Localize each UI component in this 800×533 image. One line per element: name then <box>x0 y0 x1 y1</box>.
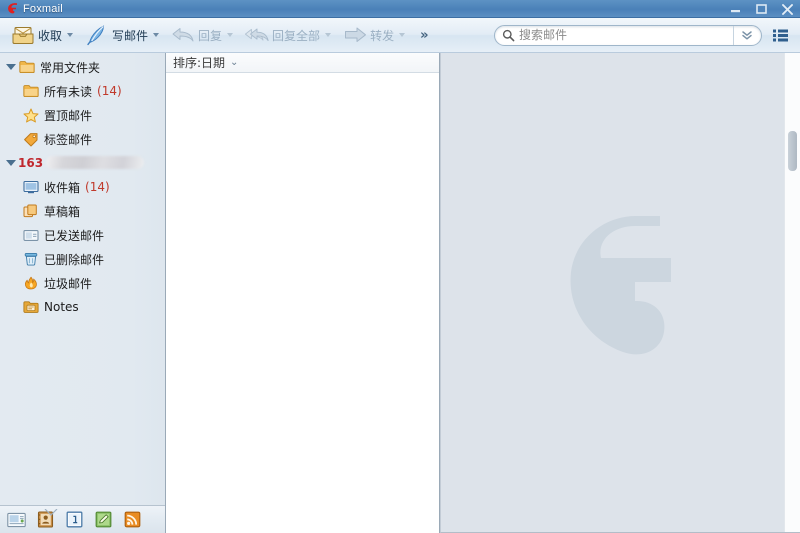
sort-bar[interactable]: 排序:日期 ⌄ <box>166 53 439 73</box>
list-view-icon <box>772 29 788 41</box>
star-icon <box>22 106 40 124</box>
folder-icon <box>18 58 36 76</box>
chevron-down-icon[interactable] <box>153 33 160 37</box>
account-provider-label: 163 <box>18 156 44 170</box>
sidebar-item-label: 所有未读 <box>44 84 93 99</box>
foxmail-watermark-icon <box>531 200 699 375</box>
sidebar-item-drafts[interactable]: 草稿箱 <box>0 199 165 223</box>
chevron-down-icon[interactable] <box>227 33 234 37</box>
compose-mail-icon <box>84 23 110 47</box>
preview-scrollbar-thumb[interactable] <box>788 131 797 171</box>
collapse-chevron-icon[interactable] <box>42 505 60 516</box>
message-list-panel: 排序:日期 ⌄ <box>166 53 440 533</box>
preview-scrollbar[interactable] <box>784 53 800 532</box>
trash-icon <box>22 250 40 268</box>
main-toolbar: 收取 写邮件 回复 回复全部 转发 » 搜索邮件 <box>0 18 800 53</box>
receive-mail-icon <box>10 23 36 47</box>
expand-triangle-icon[interactable] <box>4 64 18 70</box>
sidebar-item-label: 已删除邮件 <box>44 252 105 267</box>
sidebar-item-notes[interactable]: Notes <box>0 295 165 319</box>
close-button[interactable] <box>774 0 800 18</box>
drafts-icon <box>22 202 40 220</box>
message-list[interactable] <box>166 73 439 533</box>
sidebar-group-label: 常用文件夹 <box>40 60 101 75</box>
reply-icon <box>170 23 196 47</box>
foxmail-window: Foxmail 收取 写邮件 回复 回复全部 转发 » 搜索邮件 常用文件夹 所… <box>0 0 800 533</box>
account-address-redacted <box>46 155 145 169</box>
foxmail-logo-icon <box>4 1 20 17</box>
sidebar-item-label: 收件箱 <box>44 180 81 195</box>
message-preview-panel <box>440 53 800 533</box>
unread-count: (14) <box>97 84 122 98</box>
toolbar-button-receive[interactable]: 收取 <box>6 21 80 50</box>
sidebar-item-label: 标签邮件 <box>44 132 93 147</box>
minimize-button[interactable] <box>722 0 748 18</box>
sidebar-item-label: 草稿箱 <box>44 204 81 219</box>
sidebar-item-deleted[interactable]: 已删除邮件 <box>0 247 165 271</box>
folder-icon <box>22 82 40 100</box>
sidebar-module-bar <box>0 505 165 533</box>
sidebar-item-label: 置顶邮件 <box>44 108 93 123</box>
chevron-down-icon[interactable] <box>399 33 406 37</box>
main-body: 常用文件夹 所有未读 (14) 置顶邮件 标签邮件 163 收件箱 (14) 草… <box>0 53 800 533</box>
sidebar-item-all-unread[interactable]: 所有未读 (14) <box>0 79 165 103</box>
notes-icon <box>22 298 40 316</box>
maximize-button[interactable] <box>748 0 774 18</box>
expand-triangle-icon[interactable] <box>4 160 18 166</box>
sidebar-group-favorites[interactable]: 常用文件夹 <box>0 55 165 79</box>
tag-icon <box>22 130 40 148</box>
info-module-icon[interactable] <box>64 510 84 530</box>
search-box[interactable] <box>494 24 762 46</box>
chevron-down-icon[interactable] <box>325 33 332 37</box>
sidebar: 常用文件夹 所有未读 (14) 置顶邮件 标签邮件 163 收件箱 (14) 草… <box>0 53 166 533</box>
toolbar-button-label: 转发 <box>370 28 395 43</box>
search-options-button[interactable] <box>733 25 759 45</box>
chevron-down-icon[interactable]: ⌄ <box>230 57 238 68</box>
toolbar-button-label: 回复 <box>198 28 223 43</box>
unread-count: (14) <box>85 180 110 194</box>
rss-module-icon[interactable] <box>122 510 142 530</box>
notes-module-icon[interactable] <box>93 510 113 530</box>
chevron-double-down-icon <box>741 30 752 40</box>
toolbar-button-compose[interactable]: 写邮件 <box>80 21 166 50</box>
window-title: Foxmail <box>23 2 63 15</box>
sidebar-item-label: 垃圾邮件 <box>44 276 93 291</box>
reply-all-icon <box>244 23 270 47</box>
toolbar-overflow-button[interactable]: » <box>412 28 436 43</box>
search-area <box>494 23 794 47</box>
toolbar-button-forward[interactable]: 转发 <box>338 21 412 50</box>
sidebar-account-163[interactable]: 163 <box>0 151 165 175</box>
window-controls <box>722 0 800 18</box>
sidebar-item-inbox[interactable]: 收件箱 (14) <box>0 175 165 199</box>
junk-icon <box>22 274 40 292</box>
sidebar-item-pinned[interactable]: 置顶邮件 <box>0 103 165 127</box>
title-bar: Foxmail <box>0 0 800 18</box>
sidebar-item-junk[interactable]: 垃圾邮件 <box>0 271 165 295</box>
sidebar-item-label: Notes <box>44 300 79 314</box>
sort-label: 排序:日期 <box>173 56 226 70</box>
toolbar-button-label: 写邮件 <box>112 28 149 43</box>
inbox-icon <box>22 178 40 196</box>
toolbar-button-reply[interactable]: 回复 <box>166 21 240 50</box>
toolbar-button-label: 收取 <box>38 28 63 43</box>
search-icon <box>502 29 515 42</box>
mail-module-icon[interactable] <box>6 510 26 530</box>
sidebar-item-tagged[interactable]: 标签邮件 <box>0 127 165 151</box>
sidebar-item-label: 已发送邮件 <box>44 228 105 243</box>
folder-tree: 常用文件夹 所有未读 (14) 置顶邮件 标签邮件 163 收件箱 (14) 草… <box>0 53 165 505</box>
sent-icon <box>22 226 40 244</box>
chevron-down-icon[interactable] <box>67 33 74 37</box>
toolbar-button-label: 回复全部 <box>272 28 321 43</box>
search-input[interactable] <box>519 26 733 44</box>
sidebar-item-sent[interactable]: 已发送邮件 <box>0 223 165 247</box>
toolbar-button-reply-all[interactable]: 回复全部 <box>240 21 338 50</box>
forward-icon <box>342 23 368 47</box>
list-view-button[interactable] <box>768 23 792 47</box>
